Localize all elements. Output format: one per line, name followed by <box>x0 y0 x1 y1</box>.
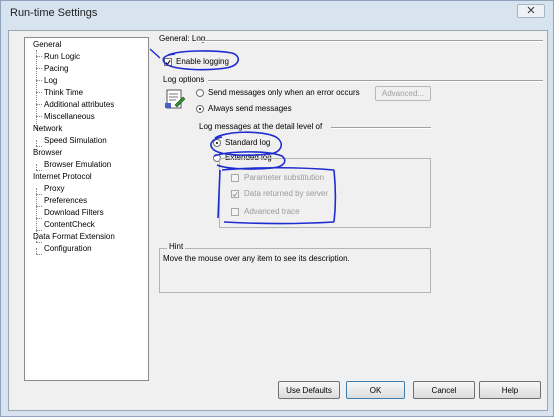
tree-connector <box>36 206 42 207</box>
tree-item-miscellaneous[interactable]: Miscellaneous <box>44 111 95 123</box>
tree-item-browser[interactable]: Browser <box>33 147 62 159</box>
dialog-client-area: General Run Logic Pacing Log Think Time … <box>8 30 548 411</box>
detail-level-title: Log messages at the detail level of <box>199 122 323 131</box>
tree-connector <box>36 92 42 93</box>
send-on-error-radio[interactable] <box>196 89 204 97</box>
tree-item-browser-emulation[interactable]: Browser Emulation <box>44 159 111 171</box>
tree-connector <box>36 68 42 69</box>
tree-item-pacing[interactable]: Pacing <box>44 63 68 75</box>
tree-item-think-time[interactable]: Think Time <box>44 87 83 99</box>
tree-connector <box>36 116 42 117</box>
checkmark-icon <box>165 59 171 65</box>
enable-logging-label[interactable]: Enable logging <box>176 57 229 67</box>
title-bar[interactable]: Run-time Settings <box>1 1 553 29</box>
hint-title: Hint <box>167 242 186 252</box>
detail-level-divider <box>331 127 431 129</box>
parameter-substitution-label[interactable]: Parameter substitution <box>244 173 324 183</box>
send-on-error-label[interactable]: Send messages only when an error occurs <box>208 88 360 98</box>
cancel-button[interactable]: Cancel <box>413 381 475 399</box>
tree-item-proxy[interactable]: Proxy <box>44 183 64 195</box>
settings-tree[interactable]: General Run Logic Pacing Log Think Time … <box>24 37 149 381</box>
tree-item-data-format-extension[interactable]: Data Format Extension <box>33 231 115 243</box>
tree-item-run-logic[interactable]: Run Logic <box>44 51 80 63</box>
checkmark-icon <box>232 191 238 197</box>
log-options-divider <box>208 80 543 82</box>
data-returned-label[interactable]: Data returned by server <box>244 189 328 199</box>
tree-item-configuration[interactable]: Configuration <box>44 243 92 255</box>
tree-item-network[interactable]: Network <box>33 123 62 135</box>
advanced-trace-checkbox[interactable] <box>231 208 239 216</box>
tree-item-general[interactable]: General <box>33 39 61 51</box>
run-time-settings-window: Run-time Settings General Run Logic Paci… <box>0 0 554 417</box>
log-options-title: Log options <box>163 75 205 84</box>
tree-item-download-filters[interactable]: Download Filters <box>44 207 104 219</box>
ok-button[interactable]: OK <box>346 381 405 399</box>
panel-title-divider <box>197 40 543 42</box>
standard-log-radio[interactable] <box>213 139 221 147</box>
log-options-icon <box>164 88 186 110</box>
tree-connector <box>36 56 42 57</box>
tree-item-internet-protocol[interactable]: Internet Protocol <box>33 171 92 183</box>
tree-connector <box>36 104 42 105</box>
advanced-trace-label[interactable]: Advanced trace <box>244 207 300 217</box>
tree-item-contentcheck[interactable]: ContentCheck <box>44 219 95 231</box>
tree-item-preferences[interactable]: Preferences <box>44 195 87 207</box>
always-send-radio[interactable] <box>196 105 204 113</box>
tree-item-speed-simulation[interactable]: Speed Simulation <box>44 135 107 147</box>
tree-connector <box>36 254 42 255</box>
close-button[interactable] <box>517 4 545 18</box>
tree-item-log[interactable]: Log <box>44 75 57 87</box>
hint-text: Move the mouse over any item to see its … <box>163 254 350 263</box>
tree-connector <box>36 194 42 195</box>
tree-item-additional-attributes[interactable]: Additional attributes <box>44 99 114 111</box>
data-returned-checkbox[interactable] <box>231 190 239 198</box>
always-send-label[interactable]: Always send messages <box>208 104 292 114</box>
parameter-substitution-checkbox[interactable] <box>231 174 239 182</box>
tree-connector <box>36 80 42 81</box>
use-defaults-button[interactable]: Use Defaults <box>278 381 340 399</box>
tree-connector <box>36 218 42 219</box>
enable-logging-checkbox[interactable] <box>164 58 172 66</box>
help-button[interactable]: Help <box>479 381 541 399</box>
window-title: Run-time Settings <box>10 7 98 19</box>
advanced-button[interactable]: Advanced... <box>375 86 431 101</box>
standard-log-label[interactable]: Standard log <box>225 138 270 148</box>
close-icon <box>526 6 536 16</box>
